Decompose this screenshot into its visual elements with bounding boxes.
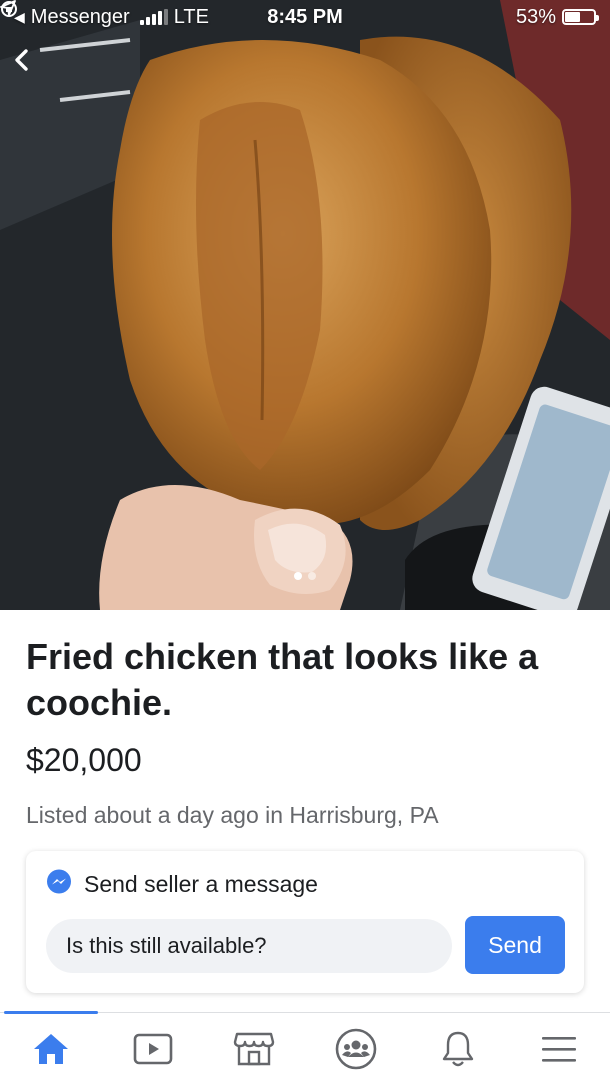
tab-groups[interactable] — [305, 1013, 407, 1085]
menu-icon — [542, 1037, 577, 1062]
fried-chicken-photo — [0, 0, 610, 610]
message-card-title: Send seller a message — [84, 871, 318, 897]
send-button[interactable]: Send — [465, 916, 565, 974]
video-icon — [133, 1033, 172, 1065]
listing-photo[interactable]: ◀ Messenger LTE 8:45 PM 53% — [0, 0, 610, 610]
pagination-dot[interactable] — [308, 572, 316, 580]
tab-notifications[interactable] — [407, 1013, 509, 1085]
message-input[interactable] — [46, 919, 452, 973]
battery-percent: 53% — [515, 5, 556, 28]
bell-icon — [442, 1031, 473, 1067]
message-card-header: Send seller a message — [46, 869, 318, 900]
groups-icon — [335, 1028, 377, 1070]
battery-icon — [562, 9, 599, 25]
messenger-icon — [46, 869, 72, 900]
back-button[interactable] — [10, 48, 50, 88]
listing-title: Fried chicken that looks like a coochie. — [26, 636, 539, 723]
back-to-app-label[interactable]: Messenger — [31, 6, 130, 29]
tab-menu[interactable] — [508, 1013, 610, 1085]
tab-home[interactable] — [0, 1011, 102, 1085]
signal-icon — [139, 9, 168, 25]
chevron-left-icon — [15, 49, 28, 71]
tab-watch[interactable] — [102, 1013, 204, 1085]
marketplace-icon — [233, 1032, 275, 1066]
status-bar: ◀ Messenger LTE 8:45 PM 53% — [0, 0, 610, 34]
carrier-label: LTE — [173, 5, 209, 28]
listing-meta: Listed about a day ago in Harrisburg, PA — [26, 802, 439, 828]
battery-level — [565, 12, 580, 22]
bottom-tab-bar — [0, 1011, 610, 1085]
tab-marketplace[interactable] — [203, 1013, 305, 1085]
home-icon — [33, 1034, 68, 1064]
photo-pagination-dots — [0, 572, 610, 580]
message-seller-card: Send seller a message Send — [26, 851, 584, 993]
listing-price: $20,000 — [26, 742, 142, 778]
pagination-dot[interactable] — [294, 572, 302, 580]
